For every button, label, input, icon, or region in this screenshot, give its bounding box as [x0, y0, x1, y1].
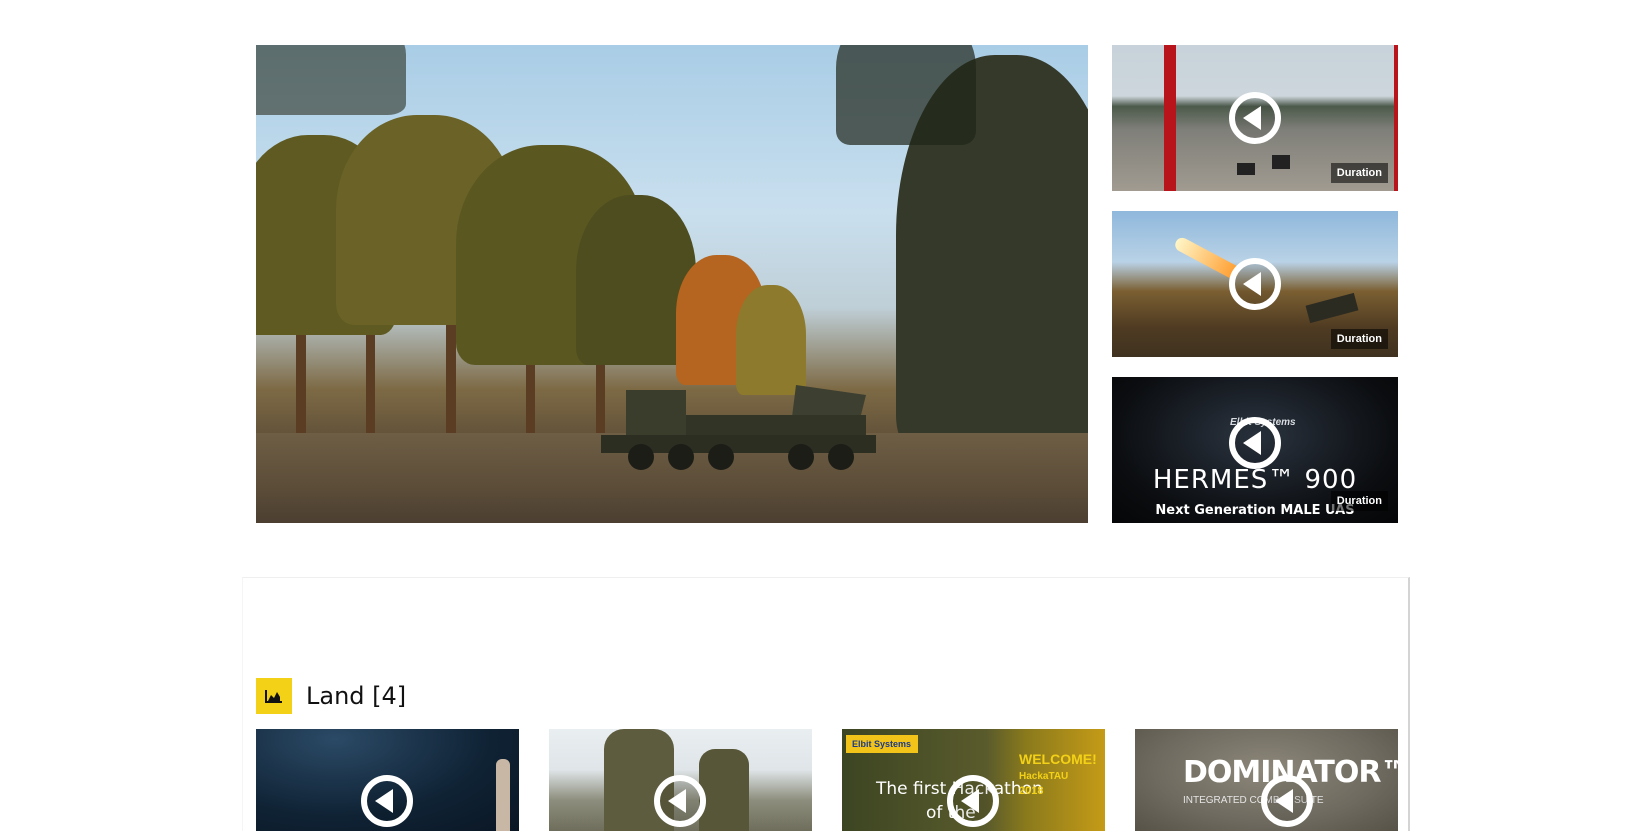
elbit-logo: Elbit Systems	[846, 735, 918, 753]
video-thumbnail[interactable]: Duration	[1112, 211, 1398, 357]
area-chart-icon	[256, 678, 292, 714]
rocket-launcher-truck	[601, 385, 876, 470]
tree-canopy	[836, 45, 976, 145]
play-icon[interactable]	[1229, 258, 1281, 310]
video-thumbnail[interactable]: Duration	[1112, 45, 1398, 191]
tree-canopy	[256, 45, 406, 115]
welcome-badge: WELCOME!	[1019, 751, 1097, 767]
video-thumbnail[interactable]: Elbit Systems The first Hackathon of the…	[842, 729, 1105, 831]
play-icon[interactable]	[947, 775, 999, 827]
video-thumbnail[interactable]	[256, 729, 519, 831]
soldier-backpack	[699, 749, 749, 831]
year-label: 2018	[1019, 785, 1044, 797]
section-header: Land [4]	[256, 678, 406, 714]
duration-badge: Duration	[1330, 329, 1388, 349]
hackatau-label: HackaTAU	[1019, 771, 1069, 782]
featured-video-player[interactable]	[256, 45, 1088, 523]
video-thumbnail[interactable]: Elbit Systems HERMES™ 900 Next Generatio…	[1112, 377, 1398, 523]
duration-badge: Duration	[1330, 491, 1388, 511]
vehicle	[1237, 163, 1255, 175]
video-thumbnail[interactable]: DOMINATOR™ INTEGRATED COMBAT SUITE	[1135, 729, 1398, 831]
presenter	[496, 759, 510, 831]
video-thumbnail[interactable]	[549, 729, 812, 831]
play-icon[interactable]	[654, 775, 706, 827]
red-pole	[1394, 45, 1398, 191]
section-title[interactable]: Land [4]	[306, 682, 406, 710]
duration-badge: Duration	[1330, 163, 1388, 183]
red-pole	[1164, 45, 1176, 191]
play-icon[interactable]	[361, 775, 413, 827]
play-icon[interactable]	[1229, 417, 1281, 469]
vehicle	[1272, 155, 1290, 169]
page: Duration Duration Elbit Systems HERMES™ …	[0, 0, 1652, 831]
play-icon[interactable]	[1229, 92, 1281, 144]
launcher	[1305, 292, 1359, 324]
play-icon[interactable]	[1261, 775, 1313, 827]
